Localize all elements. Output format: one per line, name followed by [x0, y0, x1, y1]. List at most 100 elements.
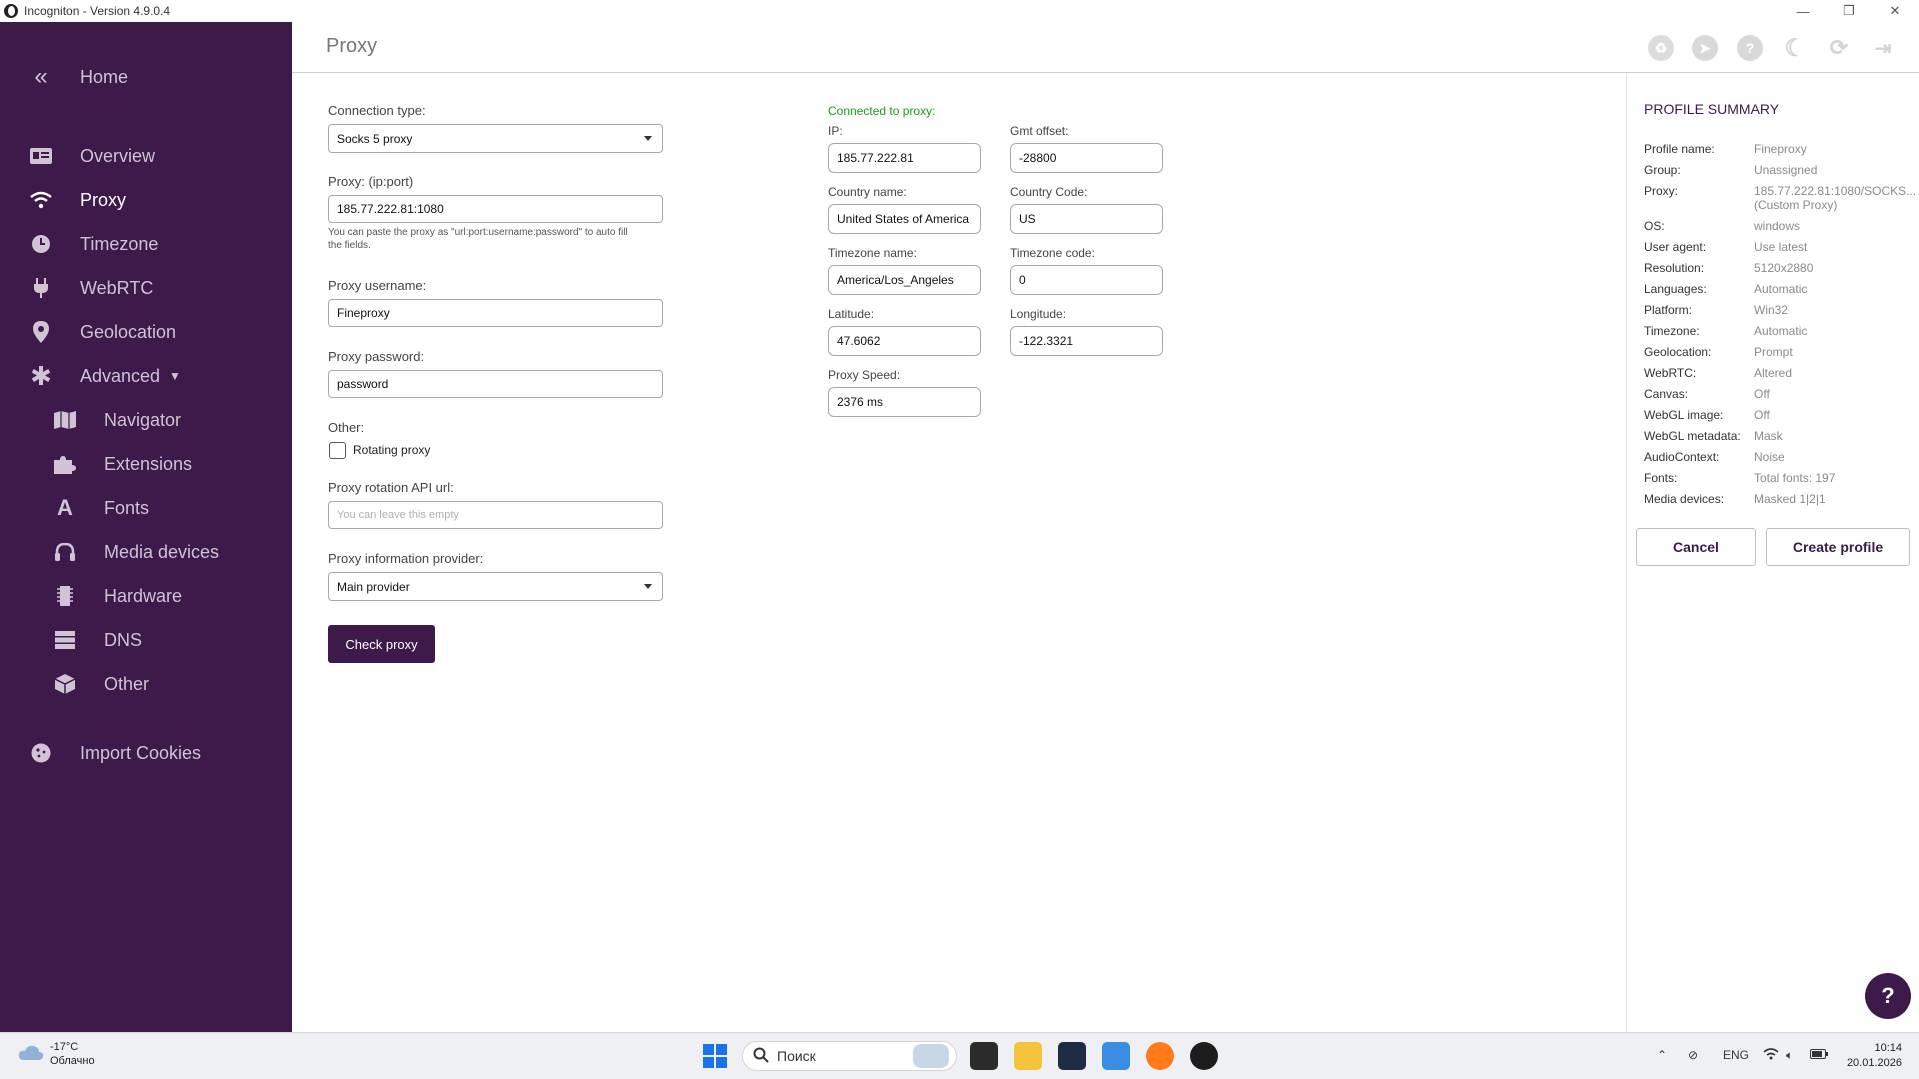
- summary-row-canvas: Canvas: Off: [1644, 387, 1914, 403]
- sidebar-item-timezone[interactable]: Timezone: [0, 224, 292, 264]
- asterisk-icon: ✱: [30, 360, 52, 391]
- summary-value: Altered: [1754, 366, 1793, 380]
- summary-row-platform: Platform: Win32: [1644, 303, 1914, 319]
- summary-value: Total fonts: 197: [1754, 471, 1836, 485]
- sidebar-item-label: Overview: [80, 145, 156, 166]
- wifi-tray-icon[interactable]: [1763, 1048, 1779, 1063]
- summary-value: Win32: [1754, 303, 1789, 317]
- proxy-input[interactable]: 185.77.222.81:1080: [328, 195, 663, 223]
- country-name-field[interactable]: United States of America: [828, 204, 981, 234]
- connection-type-select[interactable]: Socks 5 proxy: [328, 124, 663, 153]
- sidebar-item-navigator[interactable]: Navigator: [0, 400, 292, 440]
- sidebar-item-import-cookies[interactable]: Import Cookies: [0, 733, 292, 773]
- sidebar-item-geolocation[interactable]: Geolocation: [0, 312, 292, 352]
- battery-icon[interactable]: [1810, 1048, 1828, 1062]
- incogniton-taskbar-icon[interactable]: [1190, 1042, 1218, 1070]
- latitude-field[interactable]: 47.6062: [828, 326, 981, 356]
- sidebar-item-label: Fonts: [104, 497, 150, 518]
- window-title: Incogniton - Version 4.9.0.4: [24, 4, 171, 18]
- provider-select[interactable]: Main provider: [328, 572, 663, 601]
- sidebar-item-overview[interactable]: Overview: [0, 136, 292, 176]
- search-highlight-icon: [913, 1044, 949, 1068]
- sidebar-item-proxy[interactable]: Proxy: [0, 180, 292, 220]
- gmt-offset-label: Gmt offset:: [1010, 124, 1069, 138]
- window-titlebar: Incogniton - Version 4.9.0.4 — ❐ ✕: [0, 0, 1919, 22]
- sidebar-item-label: DNS: [104, 629, 143, 650]
- longitude-label: Longitude:: [1010, 307, 1067, 321]
- summary-key: Resolution:: [1644, 261, 1705, 275]
- logout-icon[interactable]: ⇥: [1870, 35, 1896, 61]
- sidebar-item-advanced[interactable]: ✱ Advanced ▼: [0, 356, 292, 396]
- timezone-name-field[interactable]: America/Los_Angeles: [828, 265, 981, 295]
- language-indicator[interactable]: ENG: [1723, 1048, 1749, 1062]
- summary-row-timezone: Timezone: Automatic: [1644, 324, 1914, 340]
- recycle-icon[interactable]: ♻: [1648, 35, 1674, 61]
- sidebar-item-extensions[interactable]: Extensions: [0, 444, 292, 484]
- sidebar-item-media-devices[interactable]: Media devices: [0, 532, 292, 572]
- moon-icon[interactable]: ☾: [1782, 35, 1808, 62]
- sidebar-item-dns[interactable]: DNS: [0, 620, 292, 660]
- summary-value: Off: [1754, 408, 1770, 422]
- weather-widget[interactable]: -17°C Облачно: [50, 1041, 95, 1067]
- summary-row-user-agent: User agent: Use latest: [1644, 240, 1914, 256]
- minimize-button[interactable]: —: [1780, 0, 1826, 22]
- task-view-icon[interactable]: [970, 1042, 998, 1070]
- sidebar-item-other[interactable]: Other: [0, 664, 292, 704]
- windows-start-icon[interactable]: [703, 1044, 727, 1068]
- weather-cloud-icon[interactable]: [18, 1043, 44, 1066]
- system-clock[interactable]: 10:14 20.01.2026: [1840, 1041, 1902, 1071]
- create-profile-button[interactable]: Create profile: [1766, 528, 1910, 566]
- summary-value-line: (Custom Proxy): [1754, 198, 1838, 212]
- proxy-speed-field[interactable]: 2376 ms: [828, 387, 981, 417]
- check-proxy-button[interactable]: Check proxy: [328, 625, 435, 663]
- proxy-label: Proxy: (ip:port): [328, 174, 414, 189]
- username-input[interactable]: Fineproxy: [328, 299, 663, 327]
- close-button[interactable]: ✕: [1872, 0, 1918, 22]
- clock-time: 10:14: [1874, 1042, 1902, 1054]
- summary-value: Off: [1754, 387, 1770, 401]
- sidebar-item-label: Hardware: [104, 585, 183, 606]
- timezone-code-field[interactable]: 0: [1010, 265, 1163, 295]
- network-off-icon[interactable]: ⊘: [1688, 1048, 1698, 1062]
- sidebar-item-hardware[interactable]: Hardware: [0, 576, 292, 616]
- terminal-icon[interactable]: [1058, 1042, 1086, 1070]
- clock-date: 20.01.2026: [1846, 1057, 1902, 1069]
- tray-chevron-up-icon[interactable]: ⌃: [1657, 1048, 1667, 1062]
- password-input[interactable]: password: [328, 370, 663, 398]
- sidebar: « Home Overview Proxy Timezone WebRTC Ge…: [0, 22, 292, 1032]
- file-explorer-icon[interactable]: [1014, 1042, 1042, 1070]
- longitude-field[interactable]: -122.3321: [1010, 326, 1163, 356]
- search-icon: [753, 1047, 769, 1066]
- incogniton-logo-icon: [4, 4, 18, 18]
- country-code-label: Country Code:: [1010, 185, 1088, 199]
- rotating-proxy-checkbox[interactable]: [329, 442, 346, 459]
- cancel-button[interactable]: Cancel: [1636, 528, 1756, 566]
- volume-icon[interactable]: 🔈︎: [1786, 1048, 1793, 1063]
- summary-row-languages: Languages: Automatic: [1644, 282, 1914, 298]
- ip-field[interactable]: 185.77.222.81: [828, 143, 981, 173]
- snipping-tool-icon[interactable]: [1102, 1042, 1130, 1070]
- summary-value: Mask: [1754, 429, 1783, 443]
- sidebar-item-fonts[interactable]: A Fonts: [0, 488, 292, 528]
- telegram-icon[interactable]: ➤: [1692, 35, 1718, 61]
- firefox-icon[interactable]: [1146, 1042, 1174, 1070]
- sidebar-item-home[interactable]: « Home: [0, 57, 292, 97]
- maximize-button[interactable]: ❐: [1826, 0, 1872, 22]
- rotation-url-input[interactable]: You can leave this empty: [328, 501, 663, 529]
- taskbar-search[interactable]: Поиск: [742, 1041, 957, 1071]
- proxy-hint-line: You can paste the proxy as "url:port:use…: [328, 227, 628, 238]
- proxy-hint-line: the fields.: [328, 240, 371, 251]
- refresh-icon[interactable]: ⟳: [1826, 35, 1852, 61]
- puzzle-icon: [52, 451, 78, 477]
- summary-key: Proxy:: [1644, 184, 1679, 198]
- gmt-offset-field[interactable]: -28800: [1010, 143, 1163, 173]
- double-chevron-left-icon[interactable]: «: [28, 63, 54, 90]
- country-code-field[interactable]: US: [1010, 204, 1163, 234]
- map-icon: [52, 407, 78, 433]
- help-circle-icon[interactable]: ?: [1737, 35, 1763, 61]
- summary-value: 185.77.222.81:1080/SOCKS... (Custom Prox…: [1754, 184, 1916, 212]
- sidebar-item-webrtc[interactable]: WebRTC: [0, 268, 292, 308]
- summary-row-resolution: Resolution: 5120x2880: [1644, 261, 1914, 277]
- help-chat-button[interactable]: ?: [1865, 973, 1911, 1019]
- sidebar-item-label: Extensions: [104, 453, 193, 474]
